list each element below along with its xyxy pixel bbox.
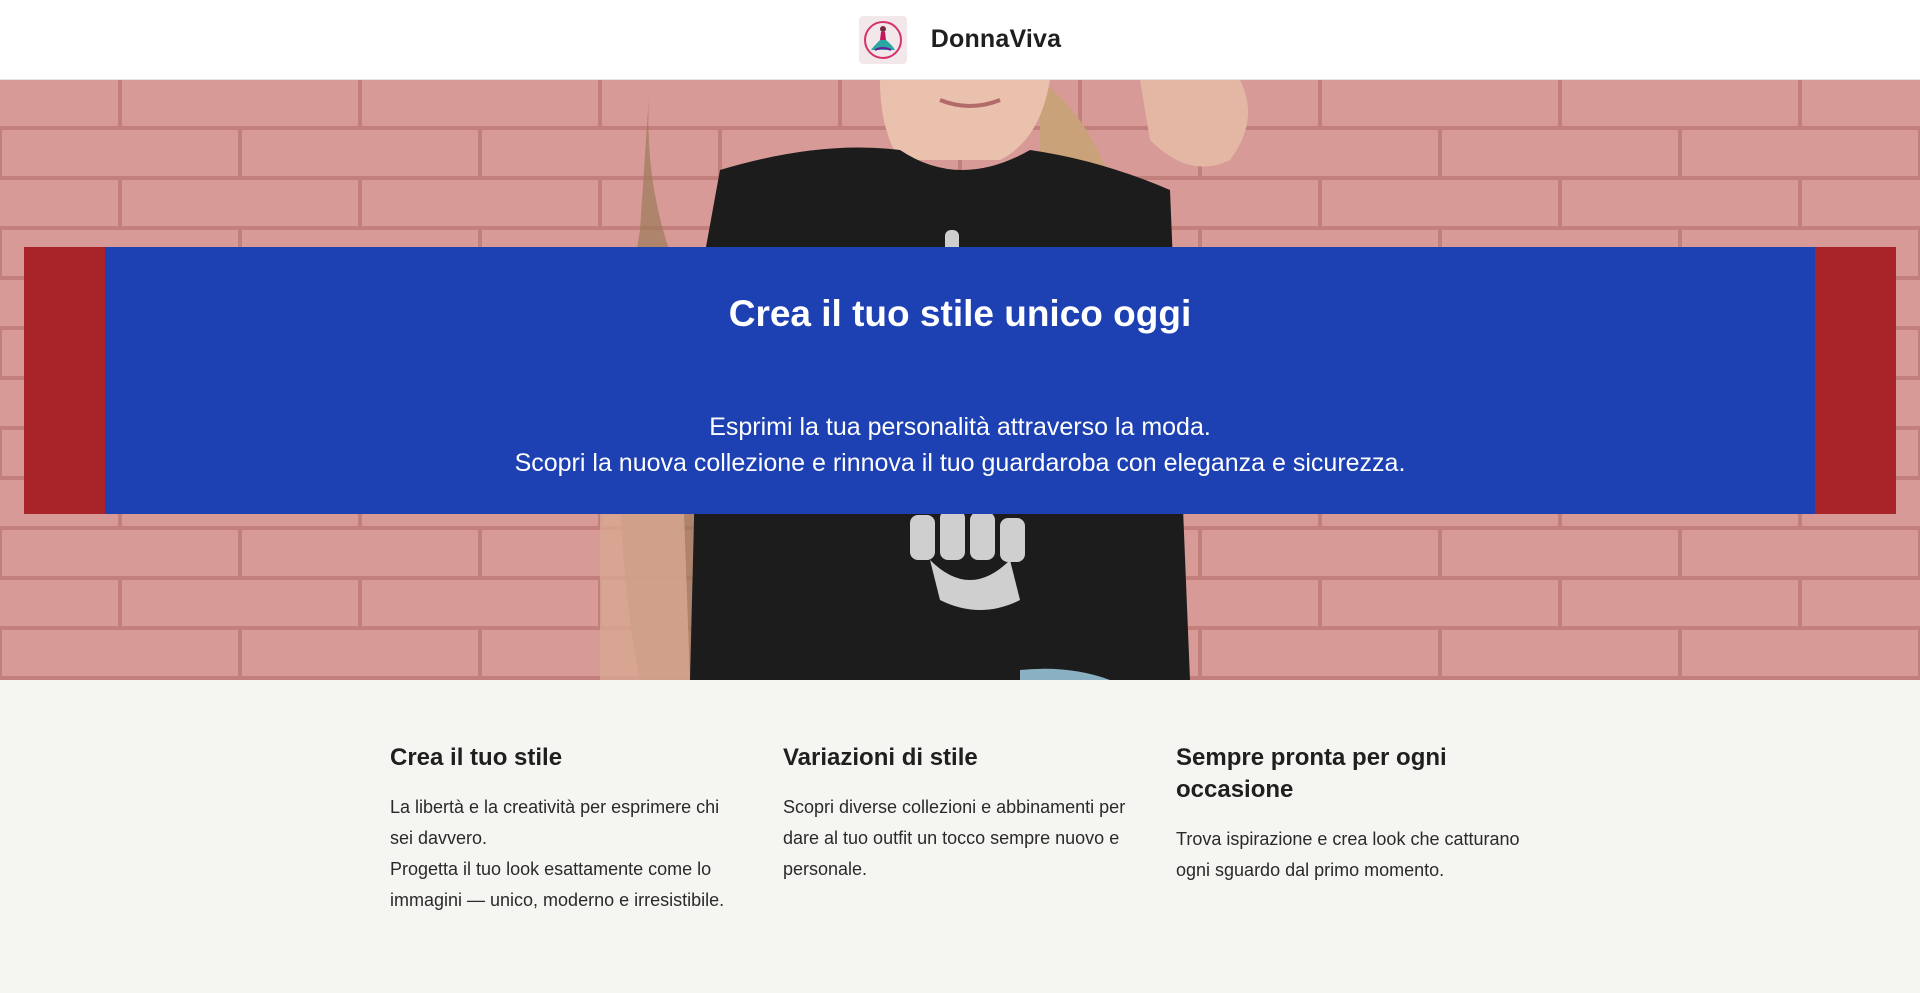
feature-text: Scopri diverse collezioni e abbinamenti …	[783, 797, 1126, 879]
feature-text: La libertà e la creatività per esprimere…	[390, 792, 743, 916]
feature-text-line: Progetta il tuo look esattamente come lo…	[390, 859, 725, 910]
feature-text: Trova ispirazione e crea look che cattur…	[1176, 829, 1520, 880]
feature-title: Sempre pronta per ogni occasione	[1176, 744, 1447, 803]
hero-banner-frame: Crea il tuo stile unico oggi Esprimi la …	[24, 247, 1896, 514]
site-header: DonnaViva	[0, 0, 1920, 80]
brand-name[interactable]: DonnaViva	[931, 25, 1062, 54]
hero-section: Crea il tuo stile unico oggi Esprimi la …	[0, 80, 1920, 680]
feature-card: Crea il tuo stile La libertà e la creati…	[390, 742, 743, 916]
hero-subtitle-line-2: Scopri la nuova collezione e rinnova il …	[514, 449, 1406, 477]
feature-text-line: La libertà e la creatività per esprimere…	[390, 797, 720, 848]
feature-card: Variazioni di stile Scopri diverse colle…	[783, 742, 1136, 916]
features-section: Crea il tuo stile La libertà e la creati…	[0, 680, 1920, 916]
hero-subtitle-line-1: Esprimi la tua personalità attraverso la…	[709, 413, 1211, 441]
hero-title: Crea il tuo stile unico oggi	[728, 293, 1192, 334]
hero-banner: Crea il tuo stile unico oggi Esprimi la …	[105, 247, 1815, 514]
feature-title: Variazioni di stile	[783, 744, 978, 771]
brand-logo-icon[interactable]	[858, 15, 907, 64]
feature-card: Sempre pronta per ogni occasione Trova i…	[1176, 742, 1529, 916]
feature-title: Crea il tuo stile	[390, 744, 563, 771]
